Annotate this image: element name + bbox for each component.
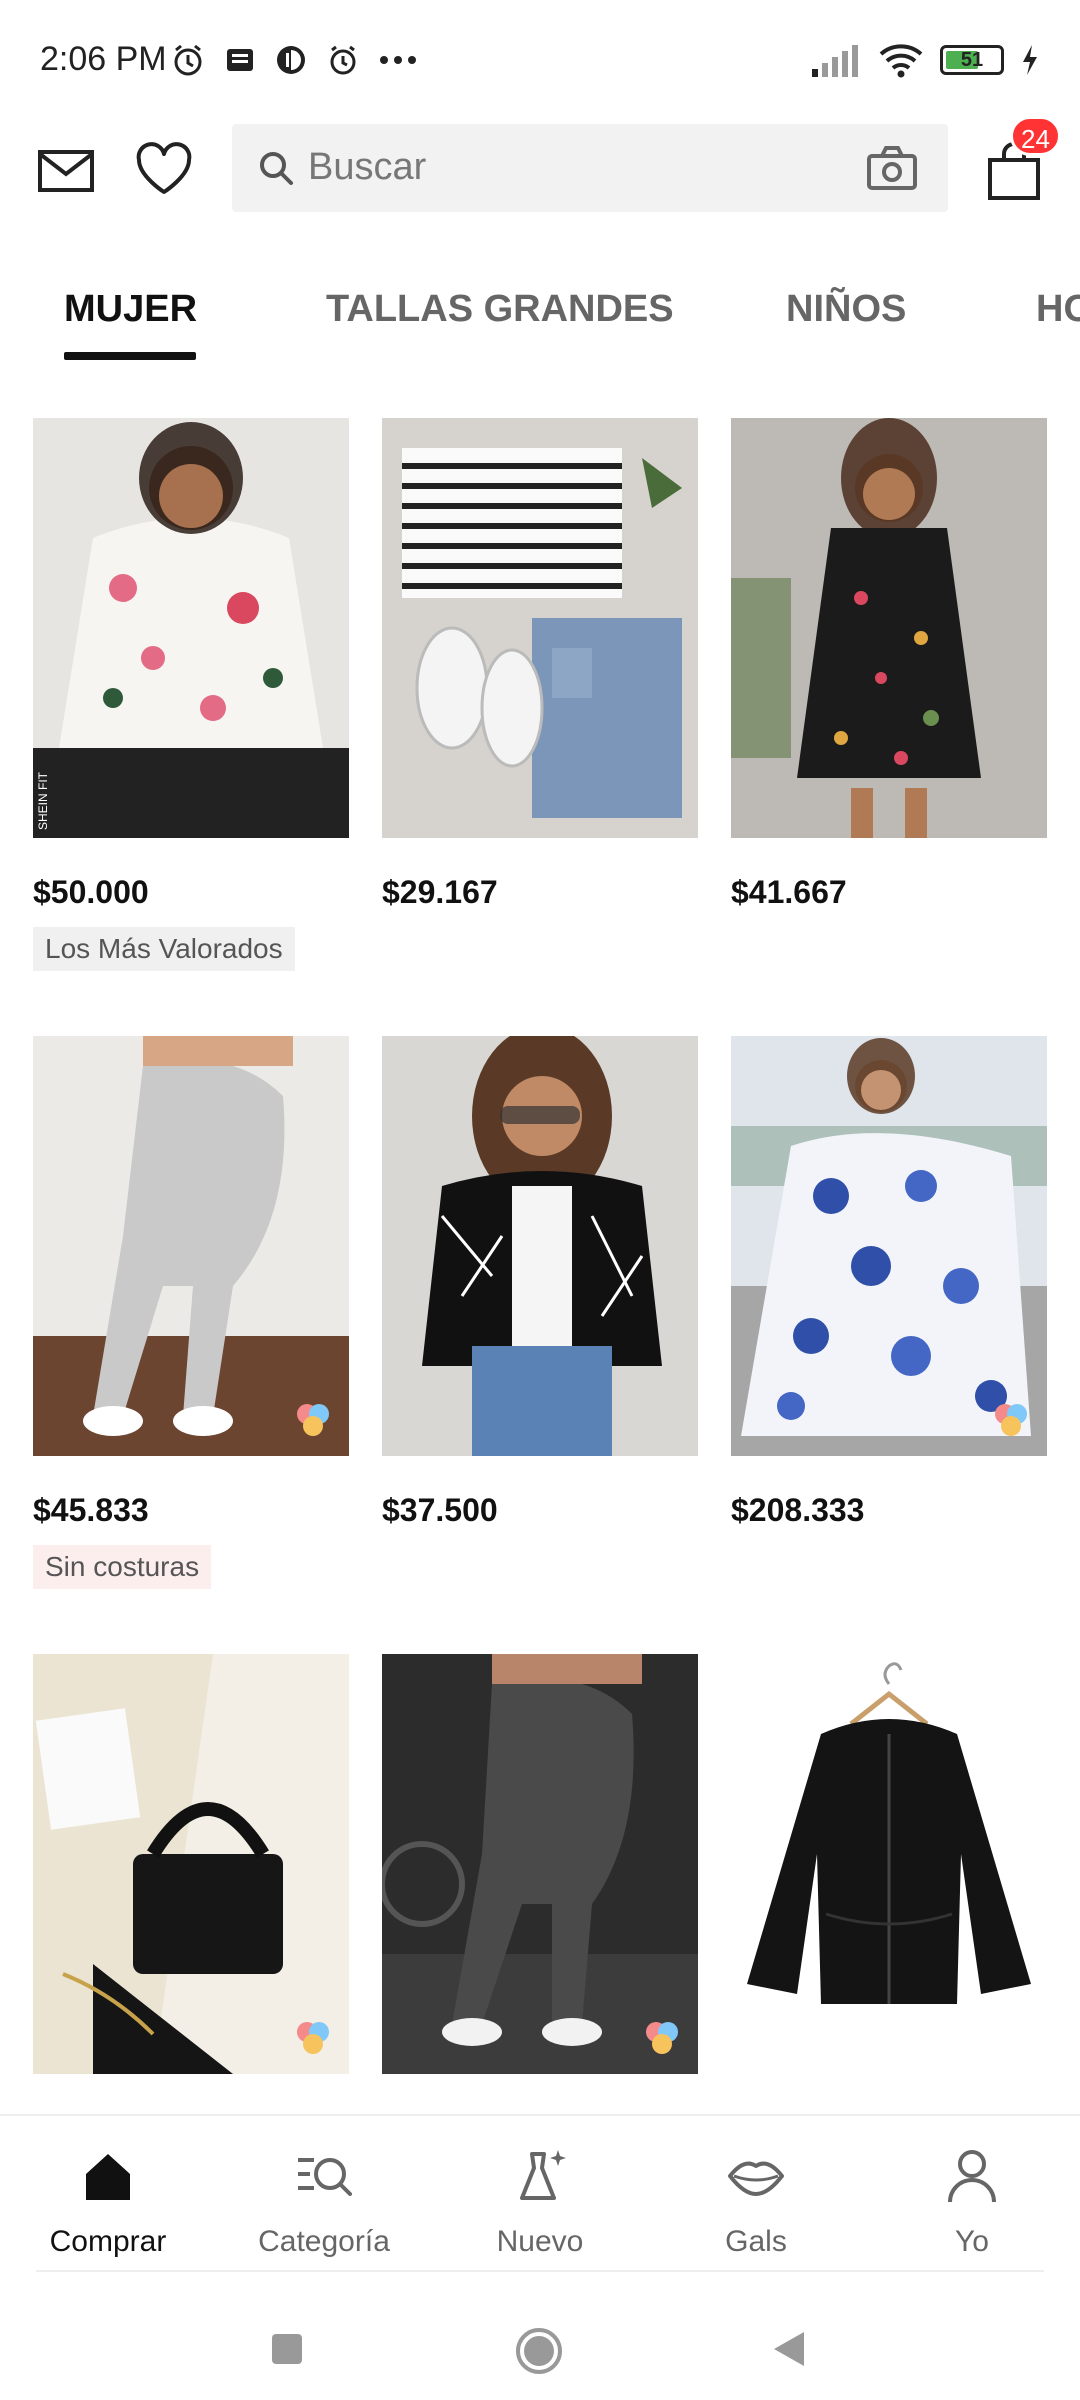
- product-tag: Los Más Valorados: [33, 927, 295, 971]
- more-icon: [380, 56, 416, 64]
- active-tab-indicator: [64, 352, 196, 360]
- tab-ninos[interactable]: NIÑOS: [786, 288, 906, 331]
- status-time: 2:06 PM: [40, 40, 167, 78]
- product-tag: Sin costuras: [33, 1545, 212, 1589]
- cart-count-badge: 24: [1010, 116, 1061, 156]
- black-handbag-image[interactable]: [33, 1654, 349, 2074]
- mail-icon[interactable]: [36, 140, 96, 200]
- nav-gals[interactable]: Gals: [656, 2146, 856, 2259]
- product-card[interactable]: $41.667: [731, 418, 1047, 911]
- geometric-jacket-image[interactable]: [382, 1036, 698, 1456]
- app-icon: [277, 46, 305, 74]
- home-button-icon[interactable]: [514, 2326, 564, 2376]
- color-options-icon: [646, 2022, 678, 2054]
- product-card[interactable]: [33, 1654, 349, 2074]
- striped-top-jeans-image[interactable]: [382, 418, 698, 838]
- product-price: $208.333: [731, 1492, 865, 1528]
- header: Buscar 24: [0, 116, 1080, 220]
- svg-text:SHEIN FIT: SHEIN FIT: [36, 771, 50, 830]
- product-price: $41.667: [731, 874, 847, 910]
- search-placeholder: Buscar: [308, 146, 427, 188]
- wifi-icon: [879, 44, 923, 78]
- gray-leggings-image[interactable]: [33, 1036, 349, 1456]
- status-icons-right: 51: [810, 42, 1040, 78]
- category-search-icon: [298, 2158, 352, 2196]
- nav-label: Categoría: [258, 2225, 390, 2258]
- search-input[interactable]: Buscar: [232, 124, 948, 212]
- dress-sparkle-icon: [520, 2150, 566, 2200]
- color-options-icon: [995, 1404, 1027, 1436]
- camera-icon[interactable]: [866, 144, 918, 192]
- product-card[interactable]: SHEIN FIT $50.000 Los Más Valorados: [33, 418, 349, 971]
- alarm-icon: [174, 44, 202, 76]
- product-price: $37.500: [382, 1492, 498, 1528]
- color-options-icon: [297, 1404, 329, 1436]
- bottom-navigation: Comprar Categoría Nuevo Gals Yo: [0, 2114, 1080, 2274]
- product-card[interactable]: [382, 1654, 698, 2074]
- nav-categoria[interactable]: Categoría: [224, 2146, 424, 2259]
- product-card[interactable]: $37.500: [382, 1036, 698, 1529]
- floral-blouse-image[interactable]: SHEIN FIT: [33, 418, 349, 838]
- product-price: $45.833: [33, 1492, 149, 1528]
- nav-label: Yo: [955, 2225, 989, 2258]
- heart-icon[interactable]: [134, 140, 194, 200]
- news-icon: [227, 49, 253, 71]
- category-tabs: MUJER TALLAS GRANDES NIÑOS HO: [0, 270, 1080, 370]
- embroidered-dress-image[interactable]: [731, 418, 1047, 838]
- tab-tallas-grandes[interactable]: TALLAS GRANDES: [326, 288, 674, 331]
- person-icon: [948, 2150, 996, 2203]
- search-icon: [260, 152, 293, 185]
- bottom-divider: [36, 2270, 1044, 2272]
- charging-icon: [1023, 45, 1037, 75]
- recents-icon[interactable]: [270, 2332, 304, 2366]
- battery-icon: 51: [940, 45, 1004, 75]
- color-options-icon: [297, 2022, 329, 2054]
- product-price: $50.000: [33, 874, 149, 910]
- nav-label: Comprar: [49, 2225, 167, 2258]
- blue-floral-dress-image[interactable]: [731, 1036, 1047, 1456]
- product-card[interactable]: $208.333: [731, 1036, 1047, 1529]
- product-card[interactable]: $29.167: [382, 418, 698, 911]
- tab-mujer[interactable]: MUJER: [64, 288, 197, 331]
- status-bar: 2:06 PM 51: [0, 0, 1080, 120]
- nav-comprar[interactable]: Comprar: [8, 2146, 208, 2259]
- nav-yo[interactable]: Yo: [872, 2146, 1072, 2259]
- back-icon[interactable]: [772, 2330, 806, 2368]
- nav-label: Nuevo: [496, 2225, 584, 2258]
- dark-leggings-image[interactable]: [382, 1654, 698, 2074]
- lips-icon: [728, 2161, 784, 2196]
- black-jacket-image[interactable]: [731, 1654, 1047, 2074]
- signal-icon: [812, 45, 858, 77]
- home-icon: [86, 2154, 130, 2200]
- product-price: $29.167: [382, 874, 498, 910]
- nav-label: Gals: [725, 2225, 787, 2258]
- nav-nuevo[interactable]: Nuevo: [440, 2146, 640, 2259]
- product-card[interactable]: [731, 1654, 1047, 2074]
- alarm-clock-icon: [330, 45, 356, 75]
- tab-hogar[interactable]: HO: [1036, 288, 1080, 331]
- product-card[interactable]: $45.833 Sin costuras: [33, 1036, 349, 1589]
- status-icons-left: [170, 42, 418, 78]
- system-navigation: [0, 2280, 1080, 2400]
- battery-level: 51: [960, 49, 984, 71]
